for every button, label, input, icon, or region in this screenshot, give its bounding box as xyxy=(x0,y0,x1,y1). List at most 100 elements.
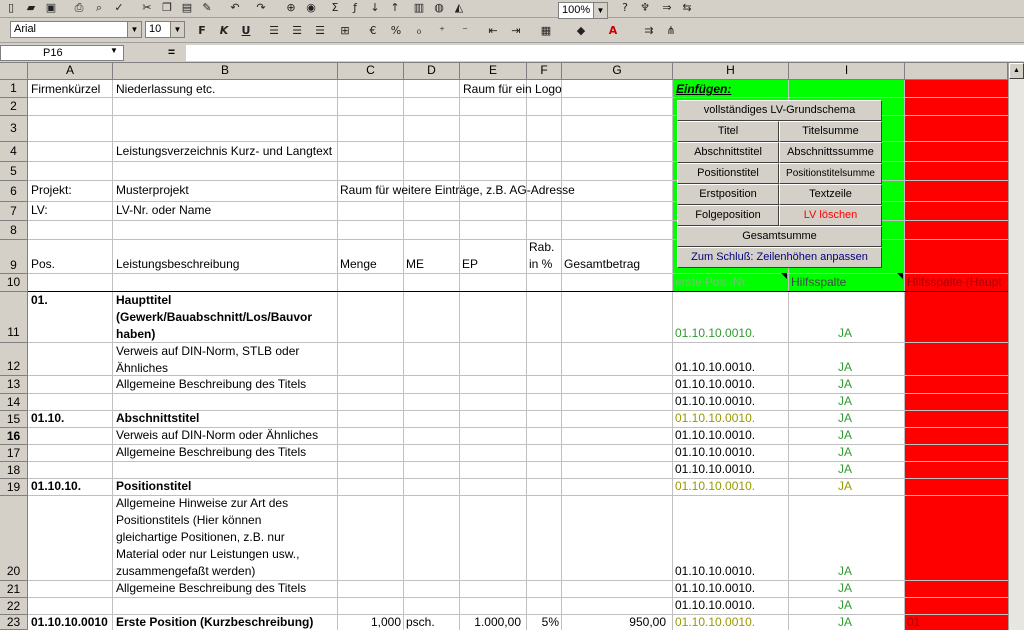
formula-input[interactable] xyxy=(186,45,1024,61)
cell-i14[interactable]: JA xyxy=(838,393,852,410)
map-icon[interactable]: ◍ xyxy=(430,0,448,16)
drawing-icon[interactable]: ◭ xyxy=(450,0,468,16)
function-icon[interactable]: ƒ xyxy=(346,0,364,16)
cell-e1[interactable]: Raum für ein Logo xyxy=(463,81,562,98)
redo-icon[interactable]: ↷ xyxy=(252,0,270,16)
cell-b21[interactable]: Allgemeine Beschreibung des Titels xyxy=(116,580,306,597)
spellcheck-icon[interactable]: ✓ xyxy=(110,0,128,16)
column-header-h[interactable]: H xyxy=(673,63,789,80)
toolbar-extra2-icon[interactable]: ⇒ xyxy=(658,0,676,16)
row-header[interactable]: 6 xyxy=(0,181,28,202)
chevron-down-icon[interactable]: ▼ xyxy=(110,46,118,55)
cell-j23[interactable]: 01 xyxy=(907,614,920,630)
cell-b9[interactable]: Leistungsbeschreibung xyxy=(116,256,239,273)
cell-g9[interactable]: Gesamtbetrag xyxy=(564,256,640,273)
italic-button[interactable]: K xyxy=(215,23,233,39)
insert-abschnittstitel-button[interactable]: Abschnittstitel xyxy=(677,142,779,163)
row-header[interactable]: 18 xyxy=(0,462,28,479)
cell-a11[interactable]: 01. xyxy=(31,292,48,309)
cell-b20[interactable]: Allgemeine Hinweise zur Art des Position… xyxy=(116,495,299,580)
row-header[interactable]: 16 xyxy=(0,428,28,445)
cell-i17[interactable]: JA xyxy=(838,444,852,461)
cell-b23[interactable]: Erste Position (Kurzbeschreibung) xyxy=(116,614,313,630)
cell-i19[interactable]: JA xyxy=(838,478,852,495)
copy-icon[interactable]: ❐ xyxy=(158,0,176,16)
cell-j10[interactable]: Hilfsspalte (Haupt xyxy=(907,274,1002,291)
insert-positionstitelsumme-button[interactable]: Positionstitelsumme xyxy=(779,163,882,184)
cell-h10[interactable]: erste Pos.-Nr. xyxy=(675,274,748,291)
cell-a19[interactable]: 01.10.10. xyxy=(31,478,81,495)
adjust-row-heights-button[interactable]: Zum Schluß: Zeilenhöhen anpassen xyxy=(677,247,882,268)
align-right-icon[interactable]: ☰ xyxy=(311,23,329,39)
toolbar-extra-icon[interactable]: ♆ xyxy=(636,0,654,16)
cell-i11[interactable]: JA xyxy=(838,325,852,342)
row-header[interactable]: 12 xyxy=(0,343,28,376)
new-file-icon[interactable]: ▯ xyxy=(2,0,20,16)
cell-i23[interactable]: JA xyxy=(838,614,852,630)
cell-f9[interactable]: Rab. in % xyxy=(529,239,554,273)
cell-e23[interactable]: 1.000,00 xyxy=(460,614,521,630)
toolbar-extra4-icon[interactable]: ⇉ xyxy=(640,23,658,39)
row-header[interactable]: 3 xyxy=(0,116,28,142)
cell-c23[interactable]: 1,000 xyxy=(338,614,401,630)
currency-icon[interactable]: € xyxy=(364,23,382,39)
cell-e9[interactable]: EP xyxy=(462,256,478,273)
cell-b12[interactable]: Verweis auf DIN-Norm, STLB oder Ähnliche… xyxy=(116,343,299,377)
percent-icon[interactable]: % xyxy=(387,23,405,39)
insert-erstposition-button[interactable]: Erstposition xyxy=(677,184,779,205)
cell-i21[interactable]: JA xyxy=(838,580,852,597)
sort-asc-icon[interactable]: ↓ xyxy=(366,0,384,16)
cell-a9[interactable]: Pos. xyxy=(31,256,55,273)
cell-h12[interactable]: 01.10.10.0010. xyxy=(675,359,755,376)
row-header[interactable]: 13 xyxy=(0,376,28,394)
cell-i16[interactable]: JA xyxy=(838,427,852,444)
cell-h20[interactable]: 01.10.10.0010. xyxy=(675,563,755,580)
column-header-d[interactable]: D xyxy=(404,63,460,80)
row-header[interactable]: 14 xyxy=(0,394,28,411)
format-painter-icon[interactable]: ✎ xyxy=(198,0,216,16)
column-header-e[interactable]: E xyxy=(460,63,527,80)
toolbar-extra3-icon[interactable]: ⇆ xyxy=(678,0,696,16)
cell-a15[interactable]: 01.10. xyxy=(31,410,64,427)
insert-titelsumme-button[interactable]: Titelsumme xyxy=(779,121,882,142)
row-header[interactable]: 2 xyxy=(0,98,28,116)
cell-h19[interactable]: 01.10.10.0010. xyxy=(675,478,755,495)
cell-c9[interactable]: Menge xyxy=(340,256,377,273)
select-all-corner[interactable] xyxy=(0,63,28,80)
cell-b13[interactable]: Allgemeine Beschreibung des Titels xyxy=(116,376,306,393)
column-header-i[interactable]: I xyxy=(789,63,905,80)
row-header[interactable]: 7 xyxy=(0,202,28,221)
cell-b6[interactable]: Musterprojekt xyxy=(116,182,189,199)
cell-h17[interactable]: 01.10.10.0010. xyxy=(675,444,755,461)
row-header[interactable]: 15 xyxy=(0,411,28,428)
cell-a1[interactable]: Firmenkürzel xyxy=(31,81,100,98)
insert-gesamtsumme-button[interactable]: Gesamtsumme xyxy=(677,226,882,247)
insert-abschnittssumme-button[interactable]: Abschnittssumme xyxy=(779,142,882,163)
borders-icon[interactable]: ▦ xyxy=(537,23,555,39)
open-folder-icon[interactable]: ▰ xyxy=(22,0,40,16)
row-header[interactable]: 21 xyxy=(0,581,28,598)
paste-icon[interactable]: ▤ xyxy=(178,0,196,16)
row-header[interactable]: 20 xyxy=(0,496,28,581)
row-header[interactable]: 10 xyxy=(0,274,28,292)
cell-i15[interactable]: JA xyxy=(838,410,852,427)
row-header[interactable]: 4 xyxy=(0,142,28,162)
cell-h14[interactable]: 01.10.10.0010. xyxy=(675,393,755,410)
row-header[interactable]: 22 xyxy=(0,598,28,615)
cell-c6[interactable]: Raum für weitere Einträge, z.B. AG-Adres… xyxy=(340,182,575,199)
decrease-indent-icon[interactable]: ⇤ xyxy=(484,23,502,39)
cell-i20[interactable]: JA xyxy=(838,563,852,580)
align-center-icon[interactable]: ☰ xyxy=(288,23,306,39)
row-header[interactable]: 9 xyxy=(0,240,28,274)
sort-desc-icon[interactable]: ↑ xyxy=(386,0,404,16)
merge-center-icon[interactable]: ⊞ xyxy=(336,23,354,39)
cell-i18[interactable]: JA xyxy=(838,461,852,478)
office-assistant-icon[interactable]: ? xyxy=(616,0,634,16)
insert-folgeposition-button[interactable]: Folgeposition xyxy=(677,205,779,226)
increase-indent-icon[interactable]: ⇥ xyxy=(507,23,525,39)
save-icon[interactable]: ▣ xyxy=(42,0,60,16)
row-header[interactable]: 8 xyxy=(0,221,28,240)
lv-loeschen-button[interactable]: LV löschen xyxy=(779,205,882,226)
cell-d9[interactable]: ME xyxy=(406,256,424,273)
cell-b7[interactable]: LV-Nr. oder Name xyxy=(116,202,211,219)
